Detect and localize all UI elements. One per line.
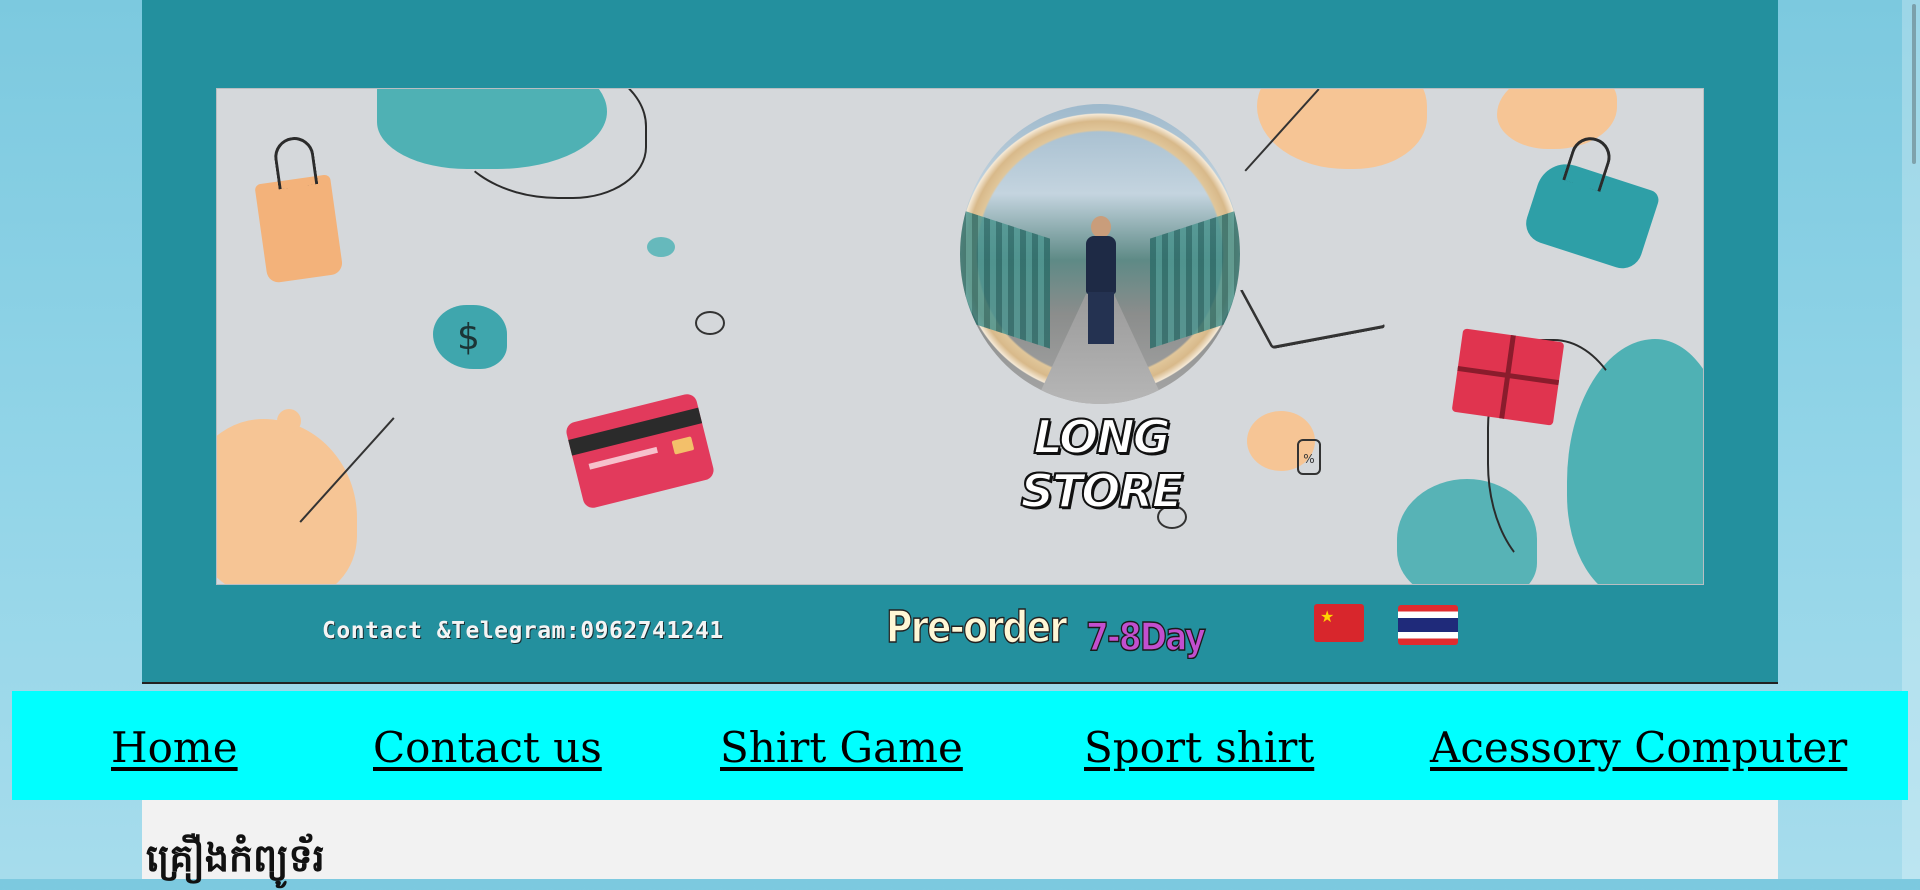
credit-card-icon bbox=[564, 392, 716, 510]
store-banner: $ % LONG STORE Contact &Telegram:0962741… bbox=[142, 0, 1778, 684]
nav-link-sport-shirt[interactable]: Sport shirt bbox=[1084, 723, 1314, 772]
china-flag-icon: ★ bbox=[1314, 604, 1364, 642]
content-section: គ្រឿងកំព្យូទ័រ bbox=[142, 800, 1778, 880]
thailand-flag-icon bbox=[1398, 605, 1458, 645]
store-brand-name: LONG STORE bbox=[1020, 409, 1184, 519]
store-profile-photo bbox=[960, 104, 1240, 404]
section-heading: គ្រឿងកំព្យូទ័រ bbox=[146, 835, 325, 880]
gift-box-icon bbox=[1451, 328, 1565, 426]
shopping-bag-icon bbox=[254, 174, 344, 284]
price-tag-icon: % bbox=[1297, 439, 1321, 475]
delivery-days-label: 7-8Day bbox=[1085, 614, 1206, 660]
nav-link-home[interactable]: Home bbox=[111, 723, 238, 772]
nav-link-accessory-computer[interactable]: Acessory Computer bbox=[1430, 723, 1847, 772]
scrollbar-thumb[interactable] bbox=[1912, 4, 1916, 164]
preorder-label: Pre-order bbox=[885, 601, 1067, 654]
contact-telegram-text: Contact &Telegram:0962741241 bbox=[322, 618, 724, 644]
nav-link-shirt-game[interactable]: Shirt Game bbox=[720, 723, 963, 772]
nav-link-contact-us[interactable]: Contact us bbox=[373, 723, 602, 772]
banner-illustration: $ % bbox=[216, 88, 1704, 585]
main-nav: Home Contact us Shirt Game Sport shirt A… bbox=[12, 691, 1908, 800]
hanger-icon bbox=[1239, 268, 1387, 350]
